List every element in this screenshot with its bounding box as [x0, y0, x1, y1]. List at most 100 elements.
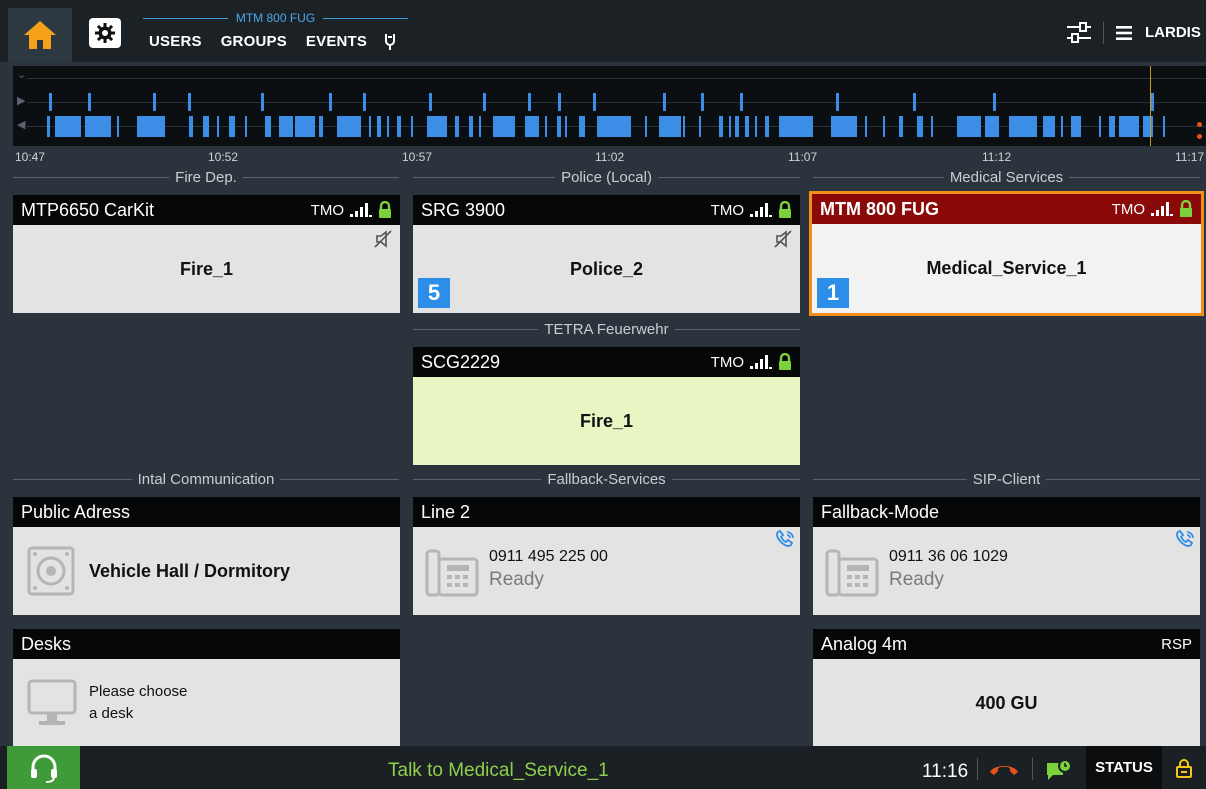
- radio-card-srg3900[interactable]: SRG 3900 TMO Police_2 5: [413, 195, 800, 313]
- card-title: Analog 4m: [821, 633, 908, 654]
- transmit-activity-bar: [831, 116, 857, 137]
- line-status: Ready: [489, 568, 544, 590]
- radio-card-mtm800[interactable]: MTM 800 FUG TMO Medical_Service_1 1: [809, 191, 1204, 316]
- desk-phone-icon: [425, 549, 479, 597]
- transmit-activity-bar: [957, 116, 981, 137]
- line-status: Ready: [889, 568, 944, 590]
- speaker-muted-icon[interactable]: [374, 230, 392, 248]
- card-title: Fallback-Mode: [821, 501, 940, 522]
- dispatcher-console: MTM 800 FUG USERS GROUPS EVENTS LARDIS ⌄: [0, 0, 1206, 789]
- transmit-activity-bar: [1163, 116, 1165, 137]
- network-label: RSP: [1161, 635, 1192, 653]
- settings-button[interactable]: [89, 18, 121, 48]
- hamburger-menu-icon[interactable]: [1116, 26, 1132, 40]
- radio-card-scg2229[interactable]: SCG2229 TMO Fire_1: [413, 347, 800, 465]
- unread-count-badge: 5: [418, 278, 450, 308]
- talkgroup-name: Medical_Service_1: [926, 258, 1087, 278]
- phone-line-card-line2[interactable]: Line 2 0911 495 225 00 Ready: [413, 497, 800, 615]
- group-header-fallback: Fallback-Services: [413, 471, 800, 488]
- timeline-cursor[interactable]: [1150, 66, 1151, 146]
- home-button[interactable]: [8, 8, 72, 62]
- talkgroup-name: Fire_1: [179, 258, 234, 279]
- transmit-activity-bar: [985, 116, 999, 137]
- nav-users[interactable]: USERS: [149, 33, 202, 50]
- transmit-activity-bar: [265, 116, 271, 137]
- time-label: 11:07: [788, 150, 818, 164]
- transmit-activity-bar: [117, 116, 119, 137]
- clock: 11:16: [922, 761, 969, 782]
- radio-card-analog-4m[interactable]: Analog 4m RSP 400 GU: [813, 629, 1200, 747]
- group-header-police: Police (Local): [413, 169, 800, 186]
- receive-activity-bar: [558, 93, 561, 111]
- lock-icon: [779, 353, 791, 370]
- phone-number: 0911 36 06 1029: [889, 547, 1008, 565]
- receive-activity-bar: [593, 93, 596, 111]
- message-status-icon[interactable]: [1045, 759, 1073, 783]
- hang-up-icon[interactable]: [988, 762, 1020, 776]
- transmit-activity-bar: [229, 116, 235, 137]
- receive-activity-bar: [701, 93, 704, 111]
- transmit-activity-bar: [525, 116, 539, 137]
- push-to-talk-button[interactable]: [7, 746, 80, 789]
- receive-activity-bar: [261, 93, 264, 111]
- transmit-activity-bar: [137, 116, 165, 137]
- transmit-activity-bar: [1043, 116, 1055, 137]
- activity-timeline[interactable]: ⌄ ▶ ◀: [13, 66, 1206, 146]
- transmit-activity-bar: [1071, 116, 1081, 137]
- transmit-activity-bar: [1143, 116, 1153, 137]
- transmit-activity-bar: [735, 116, 739, 137]
- card-title: MTM 800 FUG: [820, 198, 940, 219]
- mic-track-icon: ⌄: [17, 69, 27, 81]
- public-address-card[interactable]: Public Adress Vehicle Hall / Dormitory: [13, 497, 400, 615]
- filter-sliders-icon[interactable]: [1066, 22, 1092, 44]
- card-title: SCG2229: [421, 351, 501, 372]
- desks-card[interactable]: Desks Please choose a desk: [13, 629, 400, 747]
- transmit-activity-bar: [865, 116, 867, 137]
- padlock-icon[interactable]: [1176, 758, 1192, 778]
- desk-hint-line: a desk: [89, 705, 134, 722]
- receive-activity-bar: [740, 93, 743, 111]
- speaker-muted-icon[interactable]: [774, 230, 792, 248]
- card-title: Desks: [21, 633, 72, 654]
- lock-icon: [779, 201, 791, 218]
- phone-line-card-fallback-mode[interactable]: Fallback-Mode 0911 36 06 1029 Ready: [813, 497, 1200, 615]
- transmit-activity-bar: [931, 116, 933, 137]
- microphone-icon[interactable]: [382, 31, 398, 51]
- status-button[interactable]: STATUS: [1086, 746, 1162, 789]
- phone-number: 0911 495 225 00: [489, 547, 608, 565]
- card-title: Public Adress: [21, 501, 131, 522]
- nav-events[interactable]: EVENTS: [306, 33, 367, 50]
- nav-groups[interactable]: GROUPS: [221, 33, 287, 50]
- brand-name[interactable]: LARDIS: [1145, 24, 1201, 41]
- signal-strength-icon: [750, 355, 772, 369]
- transmit-activity-bar: [645, 116, 647, 137]
- transmit-activity-bar: [917, 116, 923, 137]
- group-header-fire: Fire Dep.: [13, 169, 399, 186]
- receive-activity-bar: [329, 93, 332, 111]
- transmit-activity-bar: [387, 116, 389, 137]
- divider: [1103, 22, 1104, 44]
- receive-activity-bar: [1151, 93, 1154, 111]
- bottom-bar: Talk to Medical_Service_1 11:16 STATUS: [0, 746, 1206, 789]
- transmit-activity-bar: [765, 116, 769, 137]
- network-label: TMO: [1111, 200, 1145, 218]
- transmit-activity-bar: [469, 116, 473, 137]
- receive-activity-bar: [153, 93, 156, 111]
- talkgroup-name: Fire_1: [579, 410, 634, 431]
- transmit-activity-bar: [597, 116, 631, 137]
- transmit-activity-bar: [779, 116, 813, 137]
- transmit-activity-bar: [217, 116, 219, 137]
- phone-ring-icon[interactable]: [1174, 529, 1196, 549]
- transmit-activity-bar: [377, 116, 381, 137]
- transmit-activity-bar: [85, 116, 111, 137]
- radio-card-mtp6650[interactable]: MTP6650 CarKit TMO Fire_1: [13, 195, 400, 313]
- receive-activity-bar: [429, 93, 432, 111]
- signal-strength-icon: [1151, 202, 1173, 216]
- time-label: 10:52: [208, 150, 239, 164]
- phone-ring-icon[interactable]: [774, 529, 796, 549]
- transmit-activity-bar: [203, 116, 209, 137]
- loudspeaker-icon: [27, 546, 75, 596]
- transmit-activity-bar: [189, 116, 193, 137]
- receive-activity-bar: [836, 93, 839, 111]
- active-device-label: MTM 800 FUG: [143, 10, 408, 26]
